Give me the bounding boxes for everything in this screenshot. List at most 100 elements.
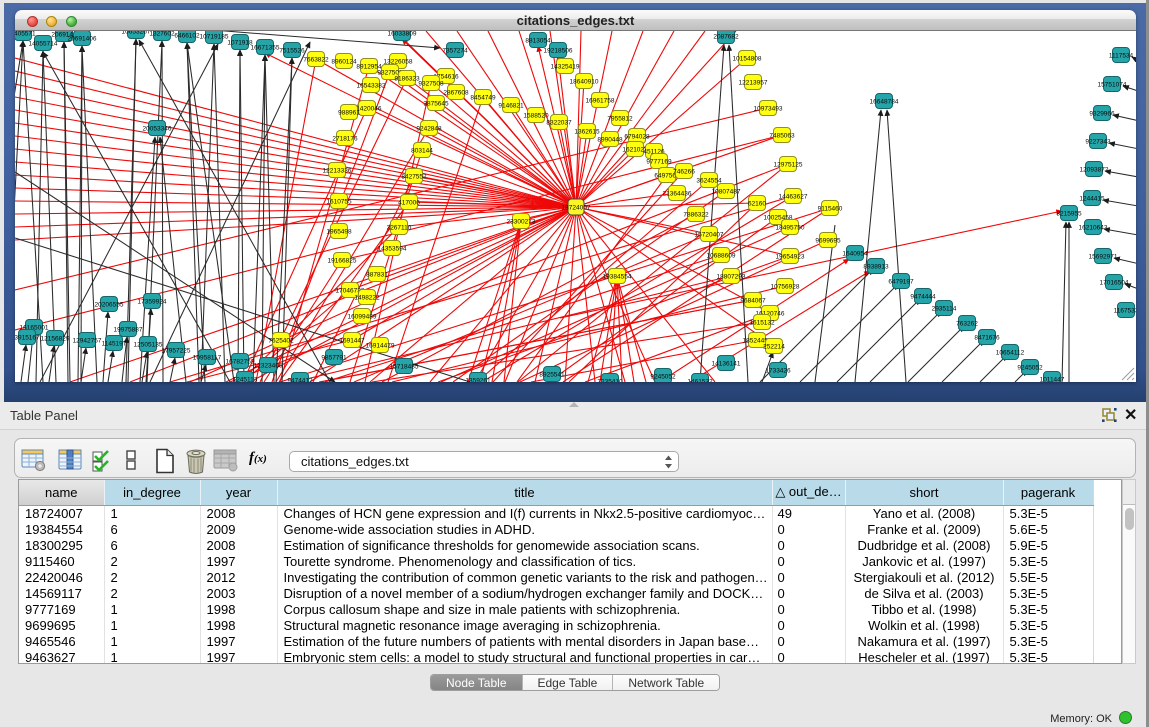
svg-text:9242848: 9242848 (416, 125, 442, 132)
svg-text:1615132: 1615132 (749, 319, 775, 326)
svg-text:8938913: 8938913 (863, 263, 889, 270)
svg-text:1244415: 1244415 (1079, 195, 1105, 202)
svg-text:2935114: 2935114 (932, 305, 957, 312)
svg-text:1245113: 1245113 (233, 376, 258, 382)
svg-text:8990448: 8990448 (597, 136, 623, 143)
svg-text:18640910: 18640910 (570, 78, 599, 85)
svg-text:1167533: 1167533 (1114, 307, 1136, 314)
svg-text:12213957: 12213957 (739, 79, 768, 86)
svg-text:9699695: 9699695 (815, 237, 841, 244)
svg-text:988961: 988961 (338, 109, 360, 116)
svg-text:10154808: 10154808 (733, 55, 762, 62)
svg-text:1362615: 1362615 (574, 128, 600, 135)
svg-text:15751074: 15751074 (1098, 81, 1127, 88)
svg-text:1405571: 1405571 (15, 31, 36, 37)
svg-text:15718485: 15718485 (390, 363, 419, 370)
svg-text:12213336: 12213336 (323, 167, 352, 174)
svg-text:417006: 417006 (398, 199, 420, 206)
svg-text:10654112: 10654112 (996, 349, 1025, 356)
svg-text:8813054: 8813054 (525, 37, 551, 44)
svg-text:8960124: 8960124 (331, 58, 357, 65)
svg-text:15720407: 15720407 (695, 231, 724, 238)
svg-text:9474444: 9474444 (910, 293, 936, 300)
svg-text:9684067: 9684067 (740, 297, 766, 304)
svg-text:3267110: 3267110 (387, 224, 412, 231)
svg-text:7625402: 7625402 (268, 337, 294, 344)
svg-text:16033809: 16033809 (388, 31, 417, 37)
svg-text:9245052: 9245052 (1017, 364, 1043, 371)
svg-text:7515526: 7515526 (279, 47, 305, 54)
svg-text:3624554: 3624554 (696, 177, 722, 184)
svg-text:3915167: 3915167 (15, 334, 40, 341)
svg-text:12323466: 12323466 (254, 362, 283, 369)
svg-text:6479197: 6479197 (888, 278, 914, 285)
svg-text:21364436: 21364436 (663, 190, 692, 197)
svg-text:16648784: 16648784 (870, 98, 899, 105)
svg-text:12505135: 12505135 (134, 341, 163, 348)
svg-text:9245052: 9245052 (650, 373, 676, 380)
svg-text:7357274: 7357274 (442, 47, 468, 54)
svg-text:16671355: 16671355 (251, 44, 280, 51)
svg-text:14325419: 14325419 (551, 63, 580, 70)
svg-text:8925541: 8925541 (539, 371, 565, 378)
svg-text:1071918: 1071918 (227, 39, 253, 46)
svg-text:20691406: 20691406 (68, 35, 97, 42)
svg-text:16961758: 16961758 (586, 97, 615, 104)
svg-text:1461532: 1461532 (687, 378, 713, 382)
svg-text:14353594: 14353594 (378, 245, 407, 252)
svg-text:19654923: 19654923 (776, 253, 805, 260)
svg-text:9329966: 9329966 (1089, 110, 1115, 117)
svg-text:8471676: 8471676 (974, 334, 1000, 341)
svg-text:8322037: 8322037 (546, 119, 572, 126)
svg-text:17957225: 17957225 (162, 347, 191, 354)
svg-text:16210643: 16210643 (1079, 224, 1108, 231)
svg-text:9227343: 9227343 (1085, 138, 1111, 145)
svg-text:1691447: 1691447 (339, 337, 365, 344)
svg-text:23300273: 23300273 (507, 218, 536, 225)
svg-text:1610755: 1610755 (326, 198, 352, 205)
svg-text:9146821: 9146821 (498, 102, 524, 109)
svg-text:18807293: 18807293 (717, 273, 746, 280)
svg-text:9474412: 9474412 (287, 377, 313, 382)
svg-text:7886322: 7886322 (683, 211, 709, 218)
svg-text:1327602: 1327602 (149, 31, 175, 37)
svg-text:12975125: 12975125 (774, 161, 803, 168)
svg-text:15692971: 15692971 (1089, 253, 1118, 260)
svg-text:12093872: 12093872 (1080, 166, 1109, 173)
svg-text:7485063: 7485063 (769, 132, 795, 139)
svg-text:8427552: 8427552 (401, 173, 427, 180)
svg-text:7235410: 7235410 (597, 378, 623, 382)
svg-text:1498222: 1498222 (354, 294, 380, 301)
svg-text:1145197: 1145197 (102, 340, 127, 347)
svg-text:7955812: 7955812 (607, 115, 633, 122)
svg-text:2087682: 2087682 (713, 33, 739, 40)
svg-text:19218506: 19218506 (544, 47, 573, 54)
svg-text:887831: 887831 (366, 271, 388, 278)
svg-text:12942757: 12942757 (73, 337, 102, 344)
svg-text:6794028: 6794028 (624, 133, 650, 140)
svg-text:1588520: 1588520 (523, 112, 549, 119)
svg-text:9115460: 9115460 (818, 205, 843, 212)
svg-text:1640954: 1640954 (842, 250, 868, 257)
svg-text:763262: 763262 (956, 320, 978, 327)
svg-text:20206555: 20206555 (95, 301, 124, 308)
svg-text:1965498: 1965498 (326, 228, 352, 235)
svg-text:2718176: 2718176 (332, 135, 358, 142)
svg-text:2867608: 2867608 (443, 89, 469, 96)
svg-text:7663822: 7663822 (303, 56, 329, 63)
svg-text:8186323: 8186323 (394, 75, 420, 82)
svg-text:16782759: 16782759 (226, 358, 255, 365)
svg-text:9777169: 9777169 (646, 158, 672, 165)
svg-text:10756928: 10756928 (771, 283, 800, 290)
svg-text:8454749: 8454749 (470, 94, 496, 101)
svg-text:62160: 62160 (748, 200, 766, 207)
svg-text:16914479: 16914479 (366, 342, 395, 349)
svg-text:16099489: 16099489 (348, 313, 377, 320)
svg-text:1011447: 1011447 (1040, 376, 1065, 382)
svg-text:3875645: 3875645 (423, 100, 449, 107)
svg-text:20053346: 20053346 (143, 125, 172, 132)
svg-text:14463627: 14463627 (779, 193, 808, 200)
svg-text:803144: 803144 (411, 147, 433, 154)
svg-text:17359924: 17359924 (138, 298, 167, 305)
svg-text:17016504: 17016504 (1100, 279, 1129, 286)
